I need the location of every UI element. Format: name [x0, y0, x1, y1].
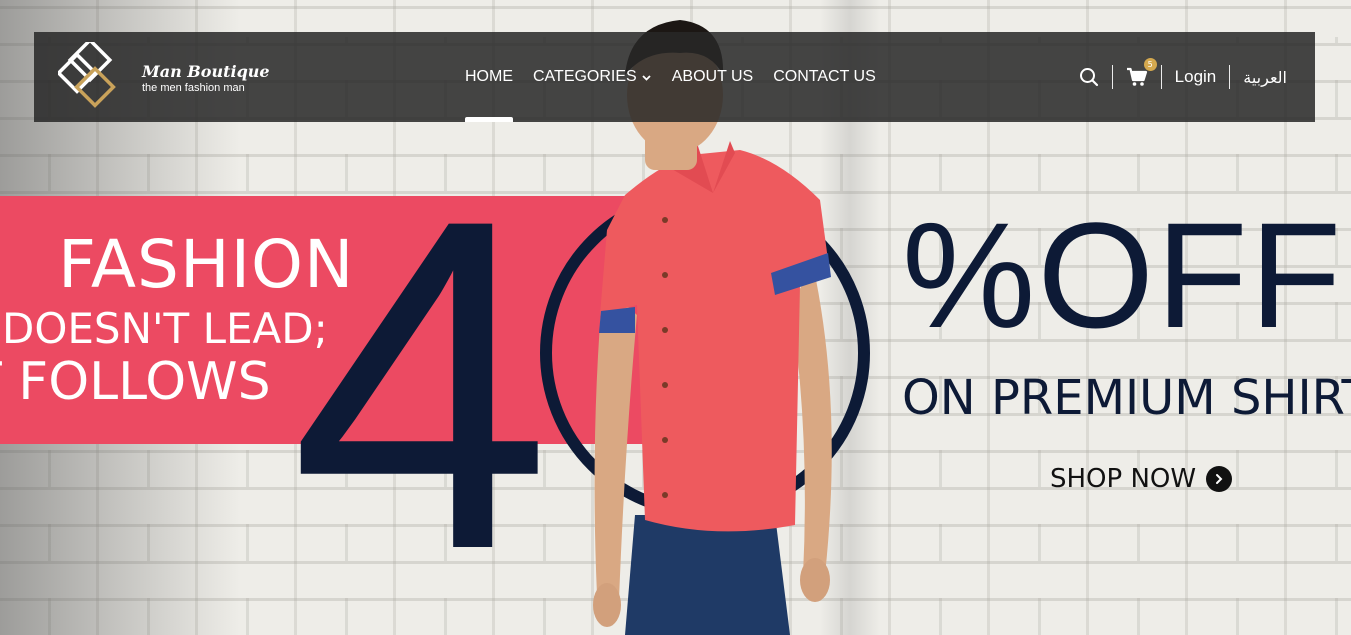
discount-digit: 4 [290, 122, 552, 635]
divider [1111, 65, 1113, 89]
diamond-logo-icon [58, 42, 116, 108]
header-tools: 5 Login العربية [1079, 32, 1287, 122]
site-header: Man Boutique the men fashion man HOME CA… [34, 32, 1315, 122]
nav-home-label: HOME [465, 68, 513, 85]
main-nav: HOME CATEGORIES ABOUT US CONTACT US [465, 32, 896, 122]
language-switch[interactable]: العربية [1243, 68, 1287, 87]
headline-line-2: DOESN'T LEAD; [2, 304, 328, 353]
nav-contact-us[interactable]: CONTACT US [773, 32, 876, 122]
nav-about-us[interactable]: ABOUT US [672, 32, 754, 122]
brand-title: Man Boutique [142, 62, 270, 81]
nav-contact-label: CONTACT US [773, 68, 876, 85]
cart-icon [1126, 67, 1147, 86]
nav-home[interactable]: HOME [465, 32, 513, 122]
divider [1229, 65, 1231, 89]
brand-logo[interactable]: Man Boutique the men fashion man [58, 42, 270, 114]
brand-tagline: the men fashion man [142, 82, 245, 94]
nav-categories[interactable]: CATEGORIES [533, 32, 652, 122]
chevron-right-icon [1206, 466, 1233, 492]
divider [1160, 65, 1162, 89]
cart-button[interactable]: 5 [1126, 58, 1157, 87]
search-button[interactable] [1079, 67, 1099, 87]
percent-off-text: %OFF [902, 191, 1344, 359]
premium-shirts-text: ON PREMIUM SHIRT [902, 370, 1351, 426]
shop-now-label: SHOP NOW [1050, 464, 1197, 494]
shop-now-button[interactable]: SHOP NOW [1050, 464, 1233, 494]
headline-line-3: T FOLLOWS [0, 352, 271, 412]
nav-categories-label: CATEGORIES [533, 68, 637, 85]
cart-count-badge: 5 [1143, 58, 1157, 71]
chevron-down-icon [641, 72, 652, 83]
search-icon [1079, 68, 1098, 87]
nav-about-label: ABOUT US [671, 68, 754, 85]
login-link[interactable]: Login [1175, 67, 1217, 87]
